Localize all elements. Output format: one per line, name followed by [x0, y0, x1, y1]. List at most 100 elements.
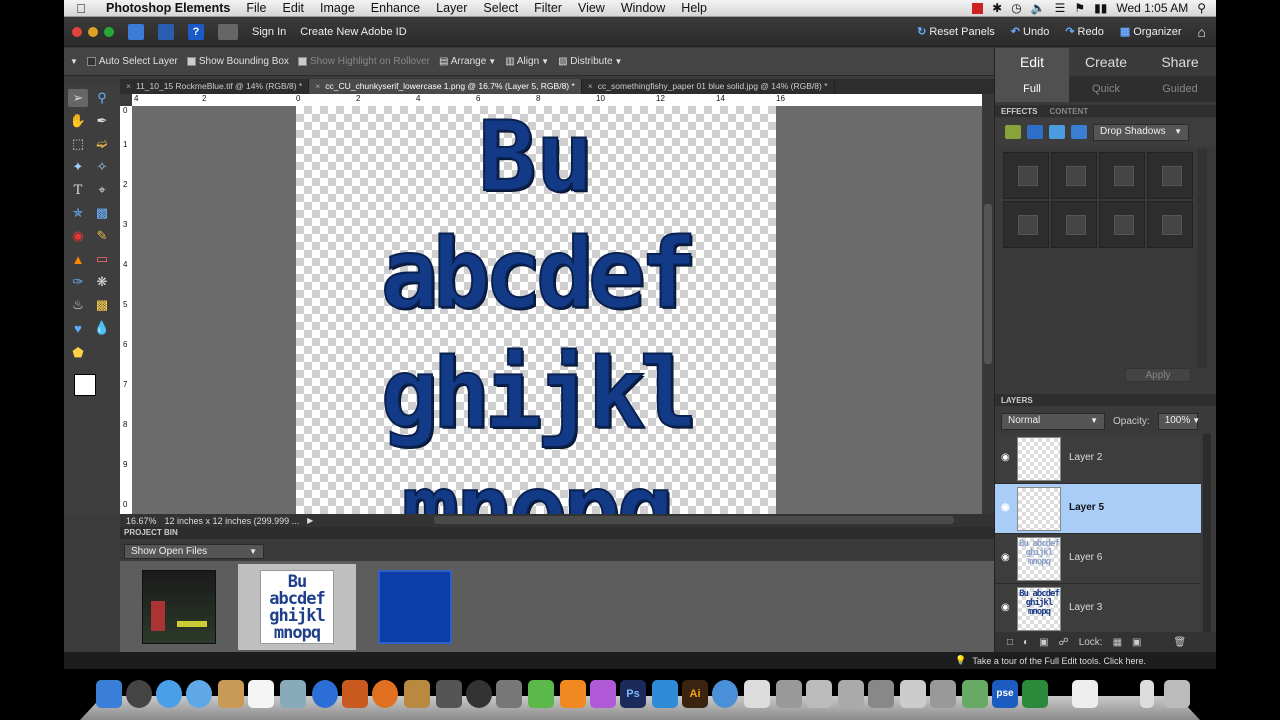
- save-icon[interactable]: [158, 23, 174, 40]
- facetime-dock-icon[interactable]: [156, 680, 182, 708]
- bin-item[interactable]: [120, 564, 238, 650]
- add-mask-icon[interactable]: ▣: [1039, 637, 1048, 648]
- wifi-icon[interactable]: ☰: [1055, 1, 1066, 15]
- paint-bucket-tool-icon[interactable]: ♨: [68, 296, 88, 314]
- arrange-windows-icon[interactable]: [218, 23, 238, 40]
- effect-thumbnail[interactable]: [1147, 201, 1193, 248]
- align-dropdown[interactable]: ▥ Align ▼: [505, 56, 549, 67]
- app-dock-icon[interactable]: [930, 680, 956, 708]
- show-bounding-box-checkbox[interactable]: Show Bounding Box: [186, 56, 289, 67]
- app-dock-icon[interactable]: [528, 680, 554, 708]
- volume-icon[interactable]: 🔈: [1031, 1, 1046, 15]
- document-dock-icon[interactable]: [1140, 680, 1154, 708]
- eye-icon[interactable]: ◉: [1001, 452, 1010, 463]
- calendar-dock-icon[interactable]: [248, 680, 274, 708]
- hand-tool-icon[interactable]: ✋: [68, 112, 88, 130]
- smart-brush-tool-icon[interactable]: ❋: [92, 273, 112, 291]
- eye-icon[interactable]: ◉: [1001, 502, 1010, 513]
- firefox-dock-icon[interactable]: [372, 680, 398, 708]
- doc-tab[interactable]: × cc_somethingfishy_paper 01 blue solid.j…: [582, 79, 835, 94]
- canvas-workspace[interactable]: Bu abcdef ghijkl mnopq: [132, 106, 982, 514]
- eye-icon[interactable]: ◉: [1001, 552, 1010, 563]
- bin-item[interactable]: [356, 564, 474, 650]
- foreground-color-swatch[interactable]: [74, 374, 96, 396]
- drop-shadows-select[interactable]: Drop Shadows ▼: [1093, 123, 1189, 141]
- photo-effects-icon[interactable]: [1005, 125, 1021, 139]
- menu-filter[interactable]: Filter: [526, 1, 570, 15]
- redo-button[interactable]: ↷ Redo: [1065, 25, 1104, 38]
- effect-thumbnail[interactable]: [1051, 201, 1097, 248]
- app-dock-icon[interactable]: [590, 680, 616, 708]
- menu-enhance[interactable]: Enhance: [363, 1, 428, 15]
- layers-scrollbar[interactable]: [1203, 434, 1211, 640]
- new-file-icon[interactable]: [128, 23, 144, 40]
- filters-icon[interactable]: [1049, 125, 1065, 139]
- close-icon[interactable]: ×: [315, 81, 320, 91]
- blend-mode-select[interactable]: Normal ▼: [1001, 412, 1105, 430]
- red-eye-tool-icon[interactable]: ◉: [68, 227, 88, 245]
- organizer-button[interactable]: ▦ Organizer: [1120, 25, 1182, 38]
- app-dock-icon[interactable]: [900, 680, 926, 708]
- trash-dock-icon[interactable]: [1164, 680, 1190, 708]
- layer-row[interactable]: ◉ Bu abcdef ghijkl mnopq Layer 3: [995, 584, 1201, 634]
- lasso-tool-icon[interactable]: ➫: [92, 135, 112, 153]
- show-highlight-checkbox[interactable]: Show Highlight on Rollover: [297, 56, 430, 67]
- blur-tool-icon[interactable]: 💧: [92, 319, 112, 337]
- layer-row[interactable]: ◉ Bu abcdef ghijkl mnopq Layer 6: [995, 534, 1201, 584]
- effect-thumbnail[interactable]: [1099, 201, 1145, 248]
- time-machine-icon[interactable]: ◷: [1011, 1, 1021, 15]
- photo-booth-dock-icon[interactable]: [342, 680, 368, 708]
- itunes-dock-icon[interactable]: [312, 680, 338, 708]
- new-layer-icon[interactable]: □: [1007, 637, 1013, 648]
- sponge-tool-icon[interactable]: ⬟: [68, 344, 88, 362]
- tab-full[interactable]: Full: [995, 76, 1069, 102]
- layer-row-selected[interactable]: ◉ Layer 5: [995, 484, 1201, 534]
- straighten-tool-icon[interactable]: ▩: [92, 204, 112, 222]
- preview-dock-icon[interactable]: [280, 680, 306, 708]
- safari-dock-icon[interactable]: [186, 680, 212, 708]
- distribute-dropdown[interactable]: ▧ Distribute ▼: [558, 56, 622, 67]
- arrange-dropdown[interactable]: ▤ Arrange ▼: [439, 56, 496, 67]
- horizontal-scrollbar[interactable]: [434, 516, 954, 524]
- show-open-files-select[interactable]: Show Open Files ▼: [124, 544, 264, 559]
- move-tool-icon[interactable]: ➢: [68, 89, 88, 107]
- garageband-dock-icon[interactable]: [404, 680, 430, 708]
- clone-stamp-tool-icon[interactable]: ▲: [68, 250, 88, 268]
- tab-quick[interactable]: Quick: [1069, 76, 1143, 102]
- zoom-tool-icon[interactable]: ⚲: [92, 89, 112, 107]
- tab-content[interactable]: CONTENT: [1049, 107, 1088, 116]
- marquee-tool-icon[interactable]: ⬚: [68, 135, 88, 153]
- time-machine-dock-icon[interactable]: [466, 680, 492, 708]
- app-dock-icon[interactable]: [838, 680, 864, 708]
- menu-edit[interactable]: Edit: [274, 1, 312, 15]
- menu-window[interactable]: Window: [613, 1, 673, 15]
- auto-select-layer-checkbox[interactable]: Auto Select Layer: [86, 56, 178, 67]
- tab-edit[interactable]: Edit: [995, 48, 1069, 76]
- menu-view[interactable]: View: [570, 1, 613, 15]
- trash-icon[interactable]: 🗑: [1174, 637, 1187, 648]
- effects-scrollbar[interactable]: [1197, 148, 1207, 368]
- sign-in-link[interactable]: Sign In: [252, 26, 286, 38]
- system-preferences-dock-icon[interactable]: [496, 680, 522, 708]
- menu-layer[interactable]: Layer: [428, 1, 475, 15]
- menu-app[interactable]: Photoshop Elements: [98, 1, 238, 15]
- illustrator-dock-icon[interactable]: Ai: [682, 680, 708, 708]
- new-adjustment-layer-icon[interactable]: ◐: [1023, 637, 1029, 648]
- quick-selection-tool-icon[interactable]: ✧: [92, 158, 112, 176]
- options-menu-icon[interactable]: ▼: [70, 57, 78, 66]
- brush-tool-icon[interactable]: ✑: [68, 273, 88, 291]
- tab-guided[interactable]: Guided: [1143, 76, 1216, 102]
- menu-select[interactable]: Select: [475, 1, 526, 15]
- magic-wand-tool-icon[interactable]: ✦: [68, 158, 88, 176]
- gradient-tool-icon[interactable]: ▩: [92, 296, 112, 314]
- lock-all-icon[interactable]: ▣: [1132, 637, 1141, 648]
- photoshop-dock-icon[interactable]: Ps: [620, 680, 646, 708]
- lock-transparency-icon[interactable]: ▦: [1113, 637, 1122, 648]
- minimize-window-icon[interactable]: [88, 26, 98, 37]
- type-tool-icon[interactable]: T: [68, 181, 88, 199]
- close-window-icon[interactable]: [72, 26, 82, 37]
- tab-create[interactable]: Create: [1069, 48, 1143, 76]
- doc-tab[interactable]: × 11_10_15 RockmeBlue.tif @ 14% (RGB/8) *: [120, 79, 310, 94]
- menu-help[interactable]: Help: [673, 1, 715, 15]
- eraser-tool-icon[interactable]: ▭: [92, 250, 112, 268]
